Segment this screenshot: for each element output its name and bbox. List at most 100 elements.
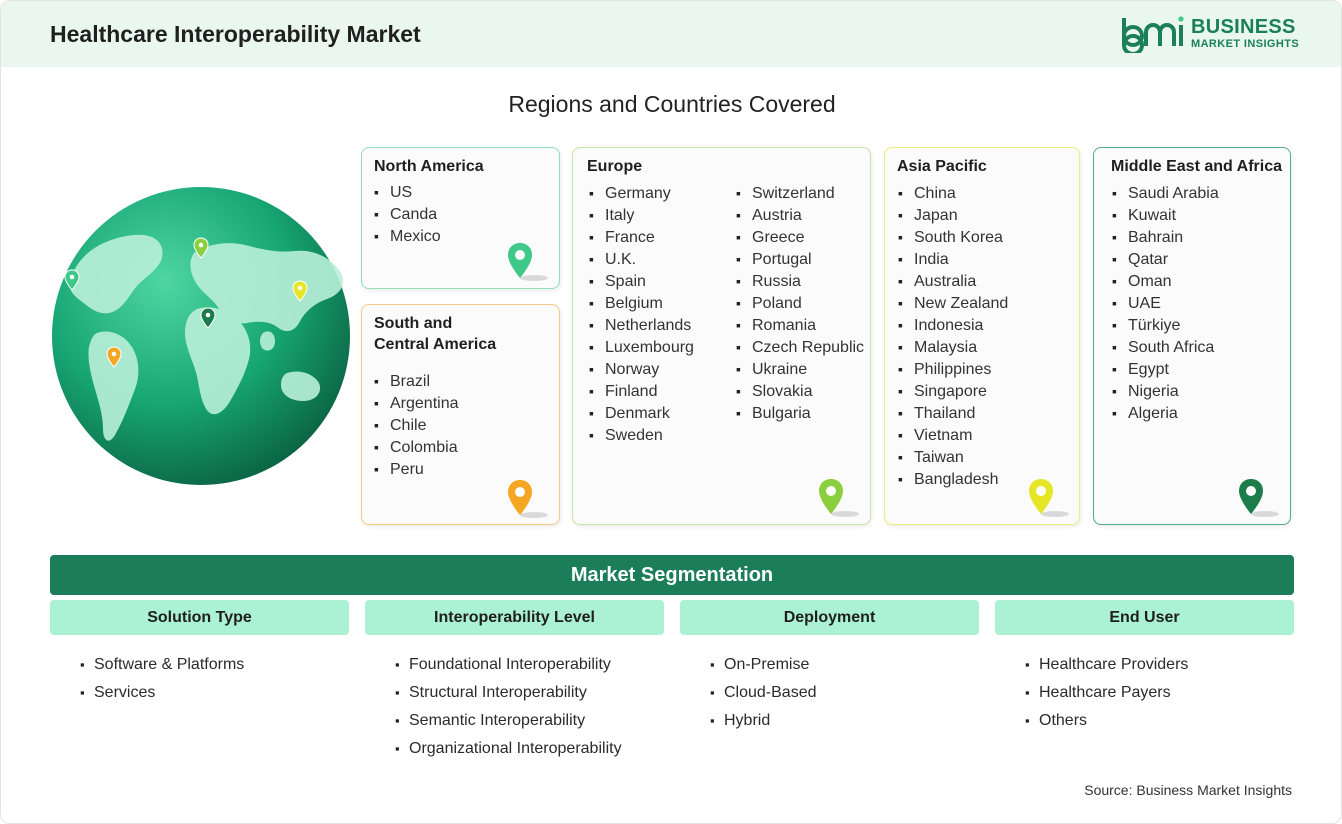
regions-title: Regions and Countries Covered [508, 91, 836, 117]
country-list: Brazil Argentina Chile Colombia Peru [374, 370, 459, 480]
list-item: Canda [374, 203, 441, 225]
segment-heading: End User [995, 600, 1294, 635]
list-item: U.K. [589, 248, 694, 270]
list-item: Bangladesh [898, 468, 1008, 490]
list-item: Healthcare Payers [1025, 679, 1294, 707]
list-item: Finland [589, 380, 694, 402]
list-item: Germany [589, 182, 694, 204]
logo-text-market-insights: MARKET INSIGHTS [1191, 38, 1300, 50]
list-item: Others [1025, 707, 1294, 735]
list-item: Türkiye [1112, 314, 1219, 336]
segment-list: Healthcare Providers Healthcare Payers O… [995, 651, 1294, 735]
list-item: Hybrid [710, 707, 979, 735]
list-item: Egypt [1112, 358, 1219, 380]
segmentation-banner: Market Segmentation [50, 555, 1294, 595]
card-title: South and Central America [374, 313, 496, 355]
list-item: Luxembourg [589, 336, 694, 358]
bmi-logo-mark-icon [1122, 16, 1184, 56]
list-item: India [898, 248, 1008, 270]
list-item: Oman [1112, 270, 1219, 292]
list-item: Sweden [589, 424, 694, 446]
list-item: Peru [374, 458, 459, 480]
list-item: Structural Interoperability [395, 679, 664, 707]
segment-list: Software & Platforms Services [50, 651, 349, 707]
card-south-central-america: South and Central America Brazil Argenti… [361, 304, 560, 525]
list-item: Ukraine [736, 358, 864, 380]
country-list-col1: Germany Italy France U.K. Spain Belgium … [589, 182, 694, 446]
list-item: Software & Platforms [80, 651, 349, 679]
list-item: Philippines [898, 358, 1008, 380]
list-item: Qatar [1112, 248, 1219, 270]
segment-column-interoperability-level: Interoperability Level Foundational Inte… [365, 600, 664, 763]
list-item: Denmark [589, 402, 694, 424]
list-item: Nigeria [1112, 380, 1219, 402]
card-middle-east-africa: Middle East and Africa Saudi Arabia Kuwa… [1093, 147, 1291, 525]
card-title-line1: South and [374, 315, 453, 332]
list-item: Foundational Interoperability [395, 651, 664, 679]
segment-column-solution-type: Solution Type Software & Platforms Servi… [50, 600, 349, 707]
list-item: Bahrain [1112, 226, 1219, 248]
list-item: France [589, 226, 694, 248]
header-bar: Healthcare Interoperability Market BUSIN… [1, 1, 1341, 67]
list-item: Thailand [898, 402, 1008, 424]
list-item: Organizational Interoperability [395, 735, 664, 763]
location-pin-icon [508, 243, 548, 281]
list-item: Indonesia [898, 314, 1008, 336]
globe-illustration [49, 183, 353, 489]
segment-column-deployment: Deployment On-Premise Cloud-Based Hybrid [680, 600, 979, 735]
list-item: Cloud-Based [710, 679, 979, 707]
segment-list: On-Premise Cloud-Based Hybrid [680, 651, 979, 735]
list-item: Greece [736, 226, 864, 248]
infographic-frame: Healthcare Interoperability Market BUSIN… [0, 0, 1342, 824]
list-item: Chile [374, 414, 459, 436]
list-item: Austria [736, 204, 864, 226]
card-title: Asia Pacific [897, 158, 987, 175]
list-item: Singapore [898, 380, 1008, 402]
list-item: Switzerland [736, 182, 864, 204]
list-item: Healthcare Providers [1025, 651, 1294, 679]
list-item: Bulgaria [736, 402, 864, 424]
card-europe: Europe Germany Italy France U.K. Spain B… [572, 147, 871, 525]
segment-heading: Interoperability Level [365, 600, 664, 635]
list-item: Semantic Interoperability [395, 707, 664, 735]
list-item: Belgium [589, 292, 694, 314]
list-item: Argentina [374, 392, 459, 414]
list-item: Netherlands [589, 314, 694, 336]
list-item: On-Premise [710, 651, 979, 679]
list-item: South Africa [1112, 336, 1219, 358]
source-note: Source: Business Market Insights [1084, 782, 1292, 798]
list-item: Vietnam [898, 424, 1008, 446]
list-item: Portugal [736, 248, 864, 270]
list-item: Poland [736, 292, 864, 314]
list-item: US [374, 181, 441, 203]
list-item: Algeria [1112, 402, 1219, 424]
list-item: Italy [589, 204, 694, 226]
list-item: Kuwait [1112, 204, 1219, 226]
card-asia-pacific: Asia Pacific China Japan South Korea Ind… [884, 147, 1080, 525]
list-item: Mexico [374, 225, 441, 247]
list-item: Services [80, 679, 349, 707]
card-title: Europe [587, 158, 643, 175]
list-item: Taiwan [898, 446, 1008, 468]
list-item: Russia [736, 270, 864, 292]
list-item: Australia [898, 270, 1008, 292]
bmi-logo: BUSINESS MARKET INSIGHTS [1121, 15, 1301, 56]
segment-heading: Solution Type [50, 600, 349, 635]
segment-heading: Deployment [680, 600, 979, 635]
list-item: Brazil [374, 370, 459, 392]
location-pin-icon [819, 479, 859, 517]
page-title: Healthcare Interoperability Market [50, 21, 421, 47]
list-item: Czech Republic [736, 336, 864, 358]
list-item: Slovakia [736, 380, 864, 402]
list-item: Malaysia [898, 336, 1008, 358]
list-item: New Zealand [898, 292, 1008, 314]
segmentation-title: Market Segmentation [570, 564, 774, 586]
list-item: Norway [589, 358, 694, 380]
segment-list: Foundational Interoperability Structural… [365, 651, 664, 763]
list-item: Japan [898, 204, 1008, 226]
card-title: North America [374, 158, 484, 175]
country-list: China Japan South Korea India Australia … [898, 182, 1008, 490]
card-title: Middle East and Africa [1111, 158, 1282, 175]
card-north-america: North America US Canda Mexico [361, 147, 560, 289]
list-item: UAE [1112, 292, 1219, 314]
